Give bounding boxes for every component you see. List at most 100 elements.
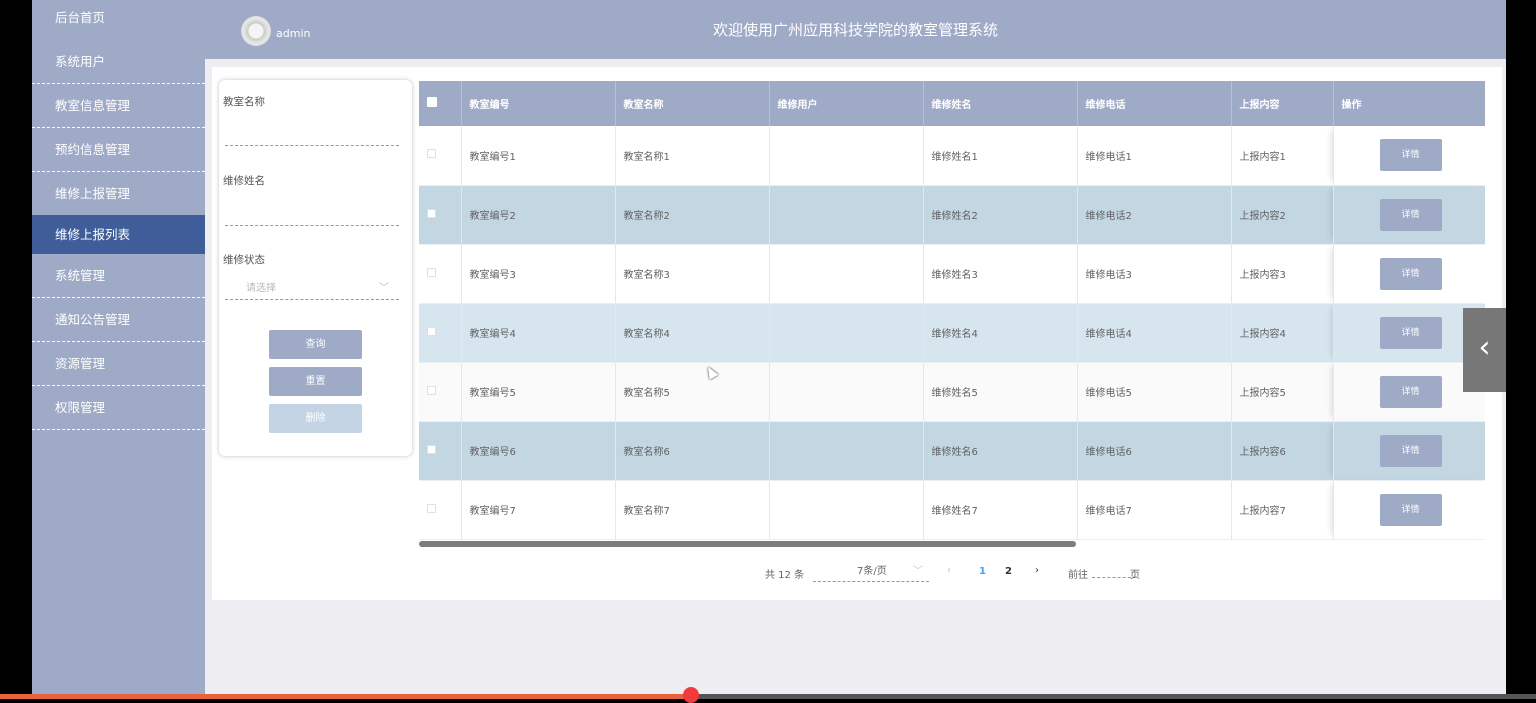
table-cell: 教室编号1 bbox=[461, 126, 616, 186]
row-checkbox[interactable] bbox=[427, 503, 436, 513]
content-panel: 教室名称 维修姓名 维修状态 请选择 ﹀ 查询 重置 删除 教室编号 教室名称 … bbox=[212, 67, 1502, 600]
room-name-input[interactable] bbox=[225, 124, 399, 146]
table-row[interactable]: 教室编号1 教室名称1 维修姓名1 维修电话1 上报内容1 详情 bbox=[419, 126, 1485, 186]
row-select-cell bbox=[419, 244, 462, 304]
table-cell: 教室名称3 bbox=[615, 244, 770, 304]
status-select[interactable]: 请选择 ﹀ bbox=[225, 278, 399, 300]
table-cell bbox=[769, 185, 924, 245]
detail-button[interactable]: 详情 bbox=[1379, 257, 1442, 290]
search-panel: 教室名称 维修姓名 维修状态 请选择 ﹀ 查询 重置 删除 bbox=[219, 80, 412, 456]
page-number-2[interactable]: 2 bbox=[1005, 566, 1012, 577]
delete-button[interactable]: 删除 bbox=[269, 404, 362, 433]
table-cell: 维修电话4 bbox=[1077, 303, 1232, 363]
row-select-cell bbox=[419, 421, 462, 481]
table-cell: 维修电话3 bbox=[1077, 244, 1232, 304]
chevron-down-icon: ﹀ bbox=[913, 566, 923, 577]
page-title: 欢迎使用广州应用科技学院的教室管理系统 bbox=[205, 19, 1506, 40]
table-cell: 维修姓名5 bbox=[923, 362, 1078, 422]
select-all-checkbox[interactable] bbox=[427, 97, 437, 107]
table-row[interactable]: 教室编号7 教室名称7 维修姓名7 维修电话7 上报内容7 详情 bbox=[419, 480, 1485, 540]
table-cell: 教室名称6 bbox=[615, 421, 770, 481]
table-cell: 维修姓名4 bbox=[923, 303, 1078, 363]
sidebar-item[interactable]: 后台首页 bbox=[32, 0, 205, 40]
total-count: 共 12 条 bbox=[765, 570, 805, 581]
column-header[interactable]: 上报内容 bbox=[1231, 81, 1334, 126]
table-row[interactable]: 教室编号6 教室名称6 维修姓名6 维修电话6 上报内容6 详情 bbox=[419, 421, 1485, 481]
sidebar-item[interactable]: 系统用户 bbox=[32, 40, 205, 84]
table-cell: 教室编号3 bbox=[461, 244, 616, 304]
column-header[interactable]: 维修用户 bbox=[769, 81, 924, 126]
detail-button[interactable]: 详情 bbox=[1379, 139, 1442, 172]
table-cell: 教室编号5 bbox=[461, 362, 616, 422]
table-cell bbox=[769, 480, 924, 540]
action-cell: 详情 bbox=[1333, 421, 1485, 481]
detail-button[interactable]: 详情 bbox=[1379, 375, 1442, 408]
video-progress-knob[interactable] bbox=[683, 687, 699, 703]
sidebar-item[interactable]: 通知公告管理 bbox=[32, 298, 205, 342]
sidebar-item[interactable]: 维修上报列表 bbox=[32, 215, 205, 254]
table-row[interactable]: 教室编号5 教室名称5 维修姓名5 维修电话5 上报内容5 详情 bbox=[419, 362, 1485, 422]
table-cell: 教室名称5 bbox=[615, 362, 770, 422]
sidebar: 后台首页 系统用户 教室信息管理 预约信息管理 维修上报管理 维修上报列表 系统管理 通知公告… bbox=[32, 0, 205, 699]
table-cell: 上报内容7 bbox=[1231, 480, 1334, 540]
column-header[interactable]: 教室名称 bbox=[615, 81, 770, 126]
sidebar-item[interactable]: 预约信息管理 bbox=[32, 128, 205, 172]
repair-name-input[interactable] bbox=[225, 204, 399, 226]
sidebar-item[interactable]: 权限管理 bbox=[32, 386, 205, 430]
row-select-cell bbox=[419, 480, 462, 540]
table-cell: 维修姓名7 bbox=[923, 480, 1078, 540]
detail-button[interactable]: 详情 bbox=[1379, 316, 1442, 349]
sidebar-item[interactable]: 资源管理 bbox=[32, 342, 205, 386]
table-cell: 维修电话6 bbox=[1077, 421, 1232, 481]
action-cell: 详情 bbox=[1333, 244, 1485, 304]
status-label: 维修状态 bbox=[223, 254, 265, 266]
table-cell: 教室名称7 bbox=[615, 480, 770, 540]
row-checkbox[interactable] bbox=[427, 385, 436, 395]
table-cell: 教室编号4 bbox=[461, 303, 616, 363]
data-table: 教室编号 教室名称 维修用户 维修姓名 维修电话 上报内容 操作 教室编号1 教室… bbox=[419, 81, 1485, 547]
table-cell bbox=[769, 303, 924, 363]
row-checkbox[interactable] bbox=[427, 444, 436, 454]
pagination: 共 12 条 7条/页 ﹀ ‹ 1 2 › 前往 页 bbox=[212, 564, 1502, 584]
page-title-text: 欢迎使用广州应用科技学院的教室管理系统 bbox=[712, 21, 998, 39]
table-row[interactable]: 教室编号4 教室名称4 维修姓名4 维修电话4 上报内容4 详情 bbox=[419, 303, 1485, 363]
sidebar-item[interactable]: 系统管理 bbox=[32, 254, 205, 298]
row-select-cell bbox=[419, 303, 462, 363]
next-page-icon[interactable]: › bbox=[1035, 565, 1039, 576]
prev-page-icon[interactable]: ‹ bbox=[947, 565, 951, 576]
page-size-select[interactable]: 7条/页 ﹀ bbox=[813, 564, 929, 582]
table-cell: 上报内容6 bbox=[1231, 421, 1334, 481]
collapse-panel-icon[interactable]: ‹ bbox=[1463, 308, 1506, 392]
row-checkbox[interactable] bbox=[427, 326, 436, 336]
reset-button[interactable]: 重置 bbox=[269, 367, 362, 396]
column-header[interactable]: 维修姓名 bbox=[923, 81, 1078, 126]
row-checkbox[interactable] bbox=[427, 149, 436, 159]
column-header[interactable]: 维修电话 bbox=[1077, 81, 1232, 126]
page-size-value: 7条/页 bbox=[857, 566, 887, 577]
detail-button[interactable]: 详情 bbox=[1379, 493, 1442, 526]
row-select-cell bbox=[419, 185, 462, 245]
row-select-cell bbox=[419, 126, 462, 186]
repair-name-label: 维修姓名 bbox=[223, 175, 265, 187]
video-progress-bar[interactable] bbox=[0, 694, 1536, 699]
detail-button[interactable]: 详情 bbox=[1379, 434, 1442, 467]
table-row[interactable]: 教室编号2 教室名称2 维修姓名2 维修电话2 上报内容2 详情 bbox=[419, 185, 1485, 245]
app-frame: 后台首页 系统用户 教室信息管理 预约信息管理 维修上报管理 维修上报列表 系统管理 通知公告… bbox=[32, 0, 1506, 699]
detail-button[interactable]: 详情 bbox=[1379, 198, 1442, 231]
table-cell: 上报内容4 bbox=[1231, 303, 1334, 363]
action-cell: 详情 bbox=[1333, 480, 1485, 540]
row-checkbox[interactable] bbox=[427, 267, 436, 277]
horizontal-scrollbar[interactable] bbox=[419, 541, 1076, 547]
status-placeholder: 请选择 bbox=[246, 283, 276, 294]
page-number-1[interactable]: 1 bbox=[979, 566, 986, 577]
table-row[interactable]: 教室编号3 教室名称3 维修姓名3 维修电话3 上报内容3 详情 bbox=[419, 244, 1485, 304]
row-checkbox[interactable] bbox=[427, 208, 436, 218]
table-cell: 教室名称1 bbox=[615, 126, 770, 186]
action-cell: 详情 bbox=[1333, 185, 1485, 245]
sidebar-item[interactable]: 维修上报管理 bbox=[32, 172, 205, 216]
header-bar: admin 欢迎使用广州应用科技学院的教室管理系统 bbox=[205, 0, 1506, 59]
table-cell: 教室编号7 bbox=[461, 480, 616, 540]
sidebar-item[interactable]: 教室信息管理 bbox=[32, 84, 205, 128]
column-header[interactable]: 教室编号 bbox=[461, 81, 616, 126]
query-button[interactable]: 查询 bbox=[269, 330, 362, 359]
